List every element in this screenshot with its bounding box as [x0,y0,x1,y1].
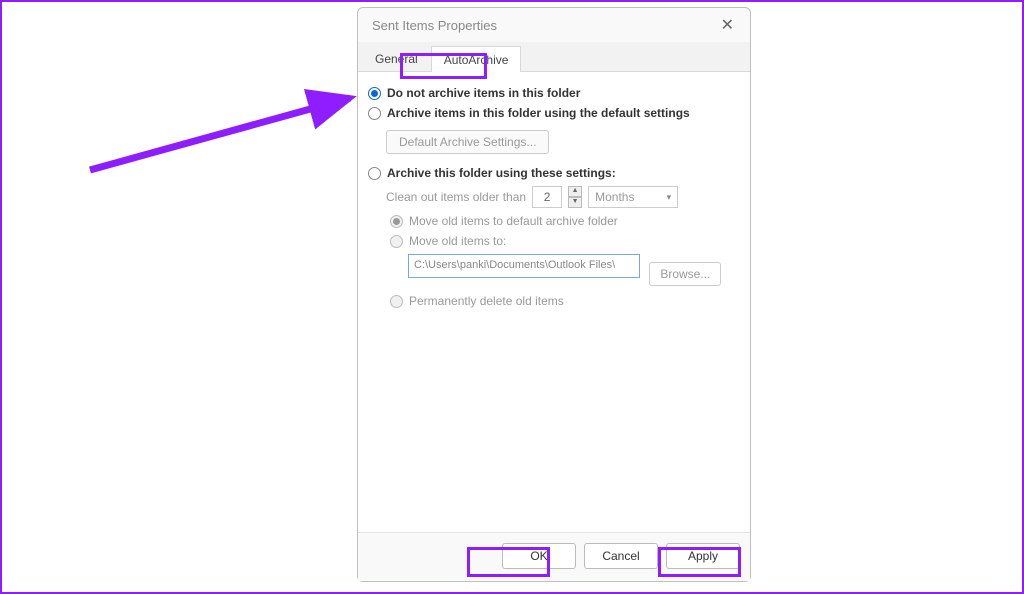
radio-icon[interactable] [368,167,381,180]
option-custom-settings[interactable]: Archive this folder using these settings… [368,166,736,180]
archive-path-input[interactable]: C:\Users\panki\Documents\Outlook Files\ [408,254,640,278]
titlebar: Sent Items Properties ✕ [358,8,750,42]
option-default-settings[interactable]: Archive items in this folder using the d… [368,106,736,120]
properties-dialog: Sent Items Properties ✕ General AutoArch… [357,7,751,582]
tab-autoarchive[interactable]: AutoArchive [431,46,522,72]
radio-icon[interactable] [390,215,403,228]
option-move-to[interactable]: Move old items to: [390,234,736,248]
clean-out-label: Clean out items older than [386,190,526,204]
apply-button[interactable]: Apply [666,543,740,569]
option-label: Archive this folder using these settings… [387,166,616,180]
close-icon[interactable]: ✕ [715,13,740,37]
default-archive-settings-button[interactable]: Default Archive Settings... [386,130,549,154]
spin-up-icon[interactable]: ▲ [568,186,582,197]
tab-general[interactable]: General [362,45,431,71]
radio-icon[interactable] [390,235,403,248]
option-label: Move old items to: [409,234,506,248]
option-label: Permanently delete old items [409,294,564,308]
unit-value: Months [595,190,634,204]
dialog-footer: OK Cancel Apply [358,532,750,581]
option-label: Do not archive items in this folder [387,86,580,100]
radio-icon[interactable] [390,295,403,308]
clean-out-value-input[interactable] [532,186,562,208]
option-label: Archive items in this folder using the d… [387,106,690,120]
option-label: Move old items to default archive folder [409,214,618,228]
ok-button[interactable]: OK [502,543,576,569]
browse-button[interactable]: Browse... [649,262,721,286]
dialog-title: Sent Items Properties [372,18,715,33]
unit-select[interactable]: Months ▾ [588,186,678,208]
chevron-down-icon: ▾ [667,192,672,203]
spin-down-icon[interactable]: ▼ [568,197,582,208]
radio-icon[interactable] [368,107,381,120]
option-do-not-archive[interactable]: Do not archive items in this folder [368,86,736,100]
spinner: ▲ ▼ [568,186,582,208]
tab-row: General AutoArchive [358,42,750,72]
autoarchive-panel: Do not archive items in this folder Arch… [358,72,750,532]
cancel-button[interactable]: Cancel [584,543,658,569]
option-perm-delete[interactable]: Permanently delete old items [390,294,736,308]
radio-icon[interactable] [368,87,381,100]
clean-out-row: Clean out items older than ▲ ▼ Months ▾ [386,186,736,208]
option-move-default[interactable]: Move old items to default archive folder [390,214,736,228]
